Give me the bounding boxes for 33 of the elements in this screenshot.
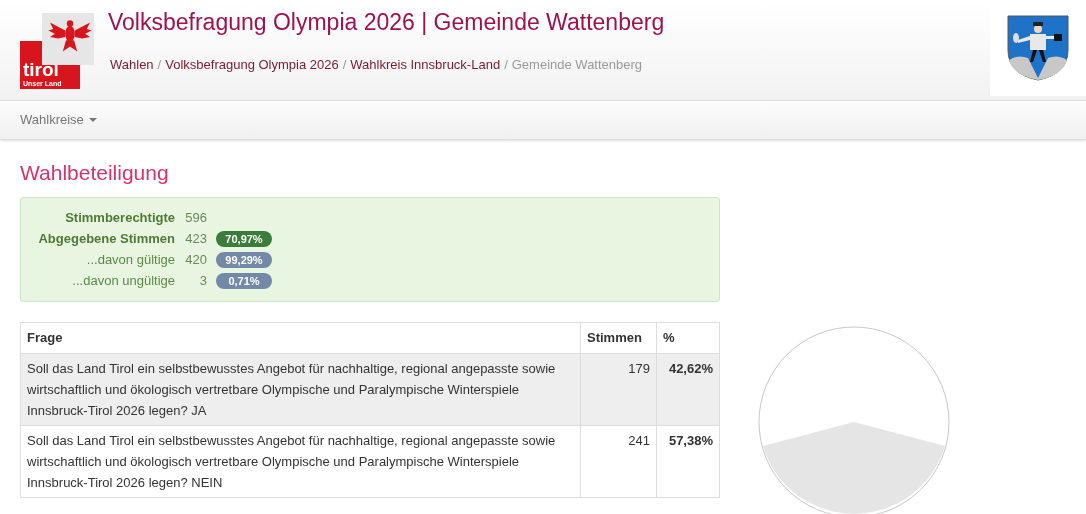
breadcrumb-current: Gemeinde Wattenberg (511, 56, 643, 74)
percent-cell: 57,38% (656, 425, 720, 497)
percent-badge: 0,71% (216, 272, 272, 289)
turnout-label: ...davon gültige (85, 250, 175, 269)
votes-cell: 179 (580, 353, 657, 425)
breadcrumb-separator: / (341, 56, 348, 74)
votes-cell: 241 (580, 425, 657, 497)
caret-icon (88, 118, 97, 122)
breadcrumb-link[interactable]: Wahlen (110, 55, 154, 75)
turnout-value: 3 (198, 271, 207, 290)
page-title: Volksbefragung Olympia 2026 | Gemeinde Wattenberg (108, 8, 665, 36)
breadcrumb-separator: / (156, 56, 163, 74)
percent-badge: 70,97% (216, 230, 272, 247)
percent-badge: 99,29% (216, 251, 272, 268)
column-header: Frage (20, 322, 581, 353)
turnout-value: 596 (184, 208, 207, 227)
breadcrumb-link[interactable]: Wahlkreis Innsbruck-Land (350, 55, 501, 75)
question-cell: Soll das Land Tirol ein selbstbewusstes Angebot für nachhaltige, regional angepasste sowie wirtschaftlich und ökologisch vertretbare Olympische und Paralympische Winterspiele Innsbruck-Tirol 2026 legen? NEIN (20, 425, 581, 497)
question-cell: Soll das Land Tirol ein selbstbewusstes Angebot für nachhaltige, regional angepasste sowie wirtschaftlich und ökologisch vertretbare Olympische und Paralympische Winterspiele Innsbruck-Tirol 2026 legen? JA (20, 353, 581, 425)
turnout-label: Stimmberechtigte (64, 208, 175, 227)
turnout-label: Abgegebene Stimmen (37, 229, 175, 248)
section-heading: Wahlbeteiligung (20, 161, 170, 185)
breadcrumb-link[interactable]: Volksbefragung Olympia 2026 (165, 55, 339, 75)
turnout-value: 423 (184, 229, 207, 248)
logo-word: tirol (23, 61, 60, 79)
breadcrumb-separator: / (503, 56, 509, 74)
column-header: Stimmen (580, 322, 657, 353)
wahlkreise-menu[interactable]: Wahlkreise (20, 110, 97, 130)
turnout-label: ...davon ungültige (71, 271, 175, 290)
coat-of-arms-icon (1006, 14, 1070, 82)
percent-cell: 42,62% (656, 353, 720, 425)
column-header: % (656, 322, 720, 353)
turnout-value: 420 (184, 250, 207, 269)
